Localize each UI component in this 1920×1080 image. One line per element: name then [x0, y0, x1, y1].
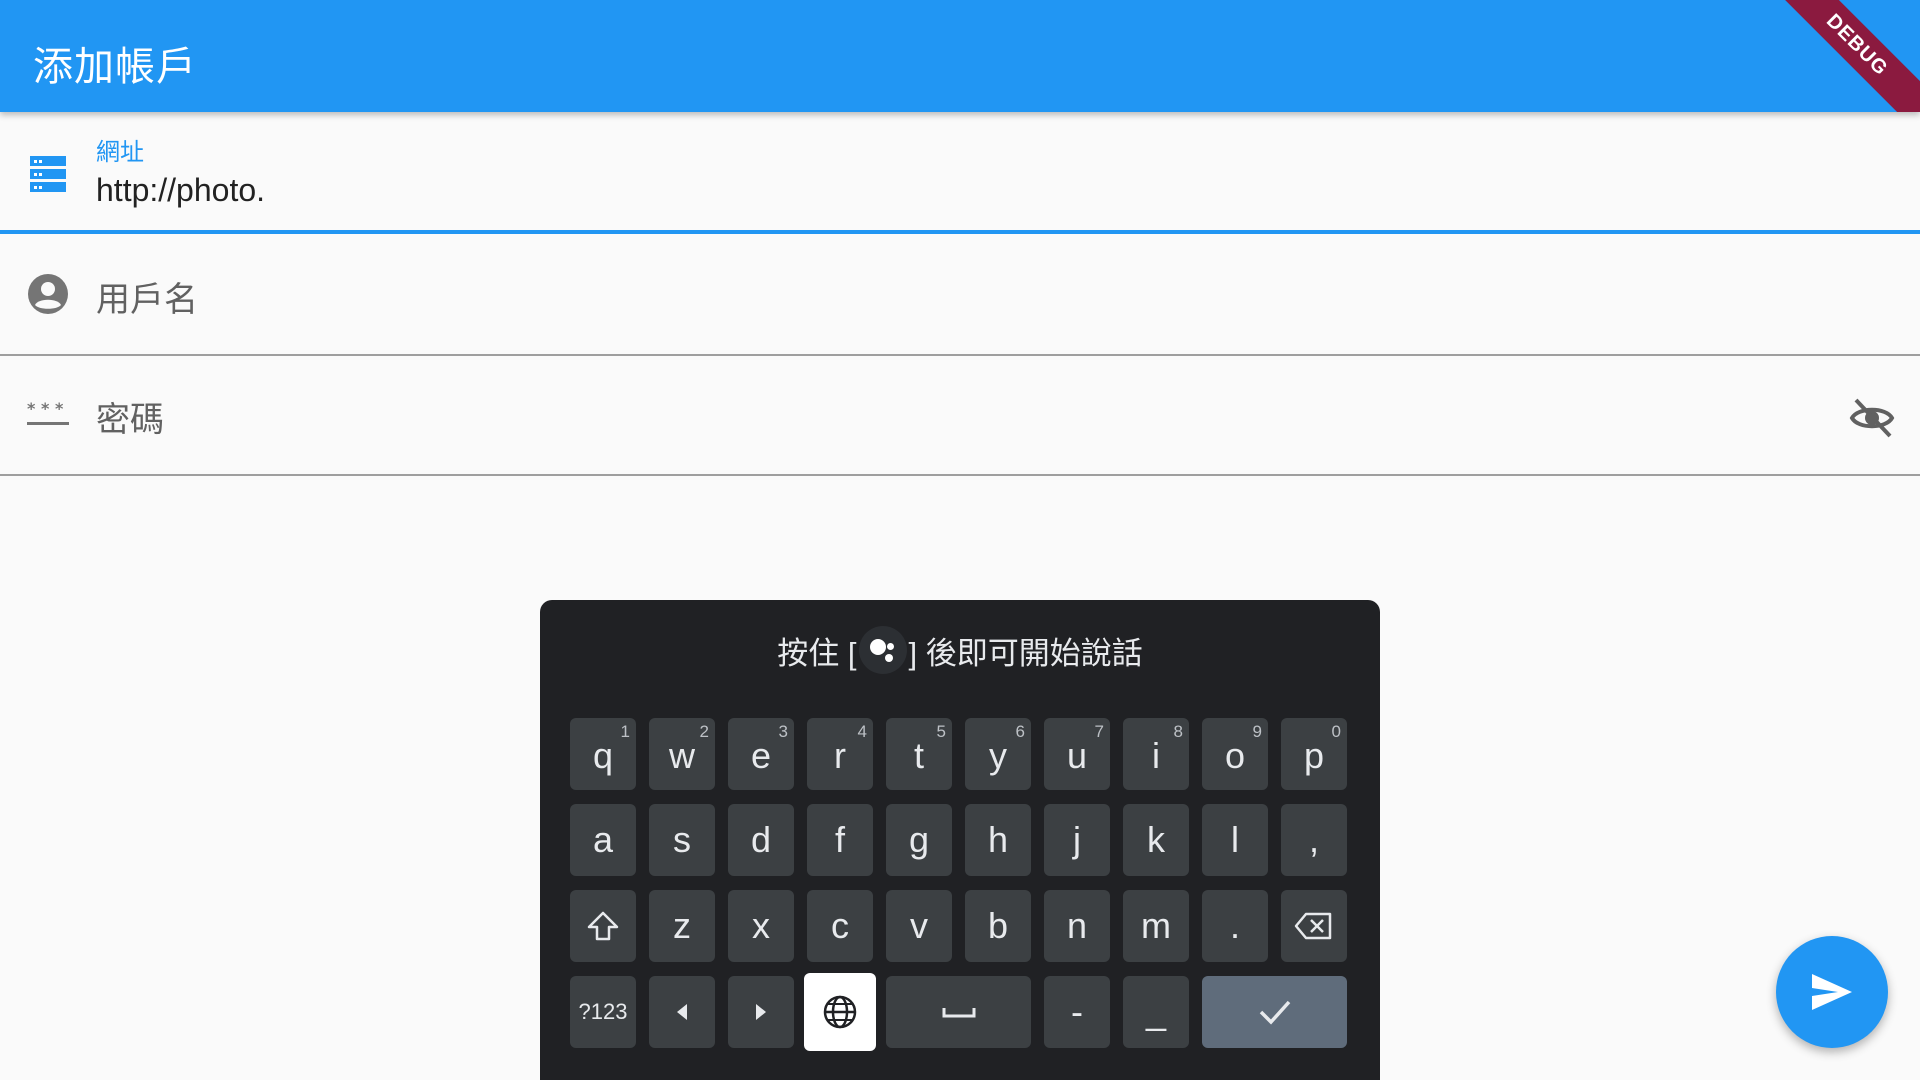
assistant-icon	[858, 626, 907, 674]
keyboard-row-1: q1 w2 e3 r4 t5 y6 u7 i8 o9 p0	[570, 718, 1350, 790]
backspace-icon	[1294, 912, 1332, 940]
key-w[interactable]: w2	[649, 718, 715, 790]
key-o[interactable]: o9	[1202, 718, 1268, 790]
key-comma[interactable]: ,	[1281, 804, 1347, 876]
key-a[interactable]: a	[570, 804, 636, 876]
url-label: 網址	[96, 139, 144, 166]
key-j[interactable]: j	[1044, 804, 1110, 876]
check-icon	[1259, 1000, 1290, 1025]
key-b[interactable]: b	[965, 890, 1031, 962]
key-y[interactable]: y6	[965, 718, 1031, 790]
voice-hint-text-after: ] 後即可開始說話	[908, 635, 1143, 671]
on-screen-keyboard: 按住 [ ] 後即可開始說話 q1 w2 e3 r4 t5 y6 u7 i8 o…	[540, 600, 1380, 1080]
svg-text:*: *	[55, 399, 64, 418]
voice-input-hint: 按住 [ ] 後即可開始說話	[777, 626, 1143, 674]
key-h[interactable]: h	[965, 804, 1031, 876]
send-icon	[1812, 974, 1852, 1010]
space-key[interactable]	[886, 976, 1031, 1048]
key-u[interactable]: u7	[1044, 718, 1110, 790]
key-underscore[interactable]: _	[1123, 976, 1189, 1048]
symbols-key[interactable]: ?123	[570, 976, 636, 1048]
key-i[interactable]: i8	[1123, 718, 1189, 790]
cursor-right-key[interactable]	[728, 976, 794, 1048]
shift-icon	[587, 911, 619, 941]
enter-key[interactable]	[1202, 976, 1347, 1048]
key-v[interactable]: v	[886, 890, 952, 962]
server-icon	[30, 156, 66, 192]
keyboard-row-2: a s d f g h j k l ,	[570, 804, 1350, 876]
password-icon: * * *	[27, 399, 69, 425]
key-k[interactable]: k	[1123, 804, 1189, 876]
key-z[interactable]: z	[649, 890, 715, 962]
key-l[interactable]: l	[1202, 804, 1268, 876]
page-title: 添加帳戶	[33, 45, 197, 89]
arrow-left-icon	[677, 1004, 687, 1020]
svg-text:*: *	[41, 399, 50, 418]
key-m[interactable]: m	[1123, 890, 1189, 962]
key-s[interactable]: s	[649, 804, 715, 876]
key-period[interactable]: .	[1202, 890, 1268, 962]
url-field[interactable]: 網址 http://photo.	[0, 112, 1920, 234]
username-input[interactable]: 用戶名	[96, 272, 198, 321]
key-q[interactable]: q1	[570, 718, 636, 790]
svg-text:*: *	[27, 399, 36, 418]
voice-input-hint-bar: 按住 [ ] 後即可開始說話	[540, 600, 1380, 694]
app-bar: 添加帳戶 DEBUG	[0, 0, 1920, 112]
key-t[interactable]: t5	[886, 718, 952, 790]
shift-key[interactable]	[570, 890, 636, 962]
key-d[interactable]: d	[728, 804, 794, 876]
account-circle-icon	[28, 274, 68, 314]
url-input[interactable]: http://photo.	[96, 172, 265, 209]
send-button[interactable]	[1776, 936, 1888, 1048]
key-x[interactable]: x	[728, 890, 794, 962]
key-r[interactable]: r4	[807, 718, 873, 790]
arrow-right-icon	[756, 1004, 766, 1020]
globe-icon	[823, 995, 857, 1029]
password-input[interactable]: 密碼	[96, 392, 164, 441]
backspace-key[interactable]	[1281, 890, 1347, 962]
key-g[interactable]: g	[886, 804, 952, 876]
cursor-left-key[interactable]	[649, 976, 715, 1048]
key-n[interactable]: n	[1044, 890, 1110, 962]
password-field[interactable]: * * * 密碼	[0, 356, 1920, 476]
key-p[interactable]: p0	[1281, 718, 1347, 790]
key-c[interactable]: c	[807, 890, 873, 962]
keyboard-row-3: z x c v b n m .	[570, 890, 1350, 962]
keyboard-row-4: ?123 - _	[570, 973, 1350, 1051]
language-switch-key[interactable]	[804, 973, 876, 1051]
visibility-off-icon[interactable]	[1848, 394, 1896, 442]
key-e[interactable]: e3	[728, 718, 794, 790]
key-dash[interactable]: -	[1044, 976, 1110, 1048]
username-field[interactable]: 用戶名	[0, 234, 1920, 356]
key-f[interactable]: f	[807, 804, 873, 876]
debug-banner: DEBUG	[1755, 0, 1920, 112]
voice-hint-text-before: 按住 [	[777, 635, 857, 671]
space-bar-icon	[942, 1008, 975, 1018]
